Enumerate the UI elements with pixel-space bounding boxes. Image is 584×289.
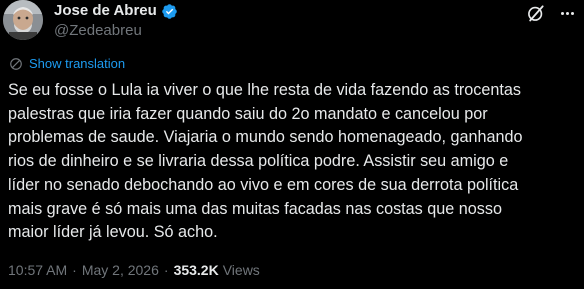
tweet-text-line: rios de dinheiro e se livraria dessa pol… <box>8 152 509 171</box>
views-count[interactable]: 353.2K <box>174 261 219 279</box>
more-dot <box>560 11 564 15</box>
show-translation-label[interactable]: Show translation <box>29 56 125 72</box>
more-options-icon[interactable] <box>556 2 578 24</box>
meta-separator: · <box>72 262 77 278</box>
globe-icon <box>10 58 22 70</box>
tweet-text-line: Se eu fosse o Lula ia viver o que lhe re… <box>8 81 521 99</box>
tweet-text-line: palestras que iria fazer quando saiu do … <box>8 104 488 123</box>
more-dot <box>570 11 574 15</box>
tweet-card: Jose de Abreu @Zedeabreu Show translatio… <box>0 0 584 289</box>
author-handle[interactable]: @Zedeabreu <box>54 22 142 40</box>
author-name-row: Jose de Abreu <box>54 2 178 20</box>
show-translation-link[interactable]: Show translation <box>9 56 125 72</box>
tweet-text-line: líder no senado debochando ao vivo e em … <box>8 175 519 194</box>
tweet-text-line: problemas de saude. Viajaria o mundo sen… <box>8 128 523 147</box>
verified-badge-icon[interactable] <box>161 3 178 20</box>
tweet-time[interactable]: 10:57 AM <box>8 261 67 279</box>
grok-icon[interactable] <box>526 3 546 23</box>
tweet-text: Se eu fosse o Lula ia viver o que lhe re… <box>8 79 580 245</box>
meta-separator: · <box>163 262 169 278</box>
views-label: Views <box>222 262 260 278</box>
tweet-text-line: mais grave é só mais uma das muitas faca… <box>8 199 502 218</box>
tweet-text-line: maior líder já levou. Só acho. <box>8 223 218 242</box>
tweet-meta: 10:57 AM · May 2, 2026 · 353.2K Views <box>8 261 260 279</box>
avatar[interactable] <box>3 0 43 40</box>
tweet-date[interactable]: May 2, 2026 <box>82 261 159 279</box>
more-dot <box>565 11 569 15</box>
avatar-image <box>3 0 43 40</box>
display-name[interactable]: Jose de Abreu <box>54 2 157 20</box>
